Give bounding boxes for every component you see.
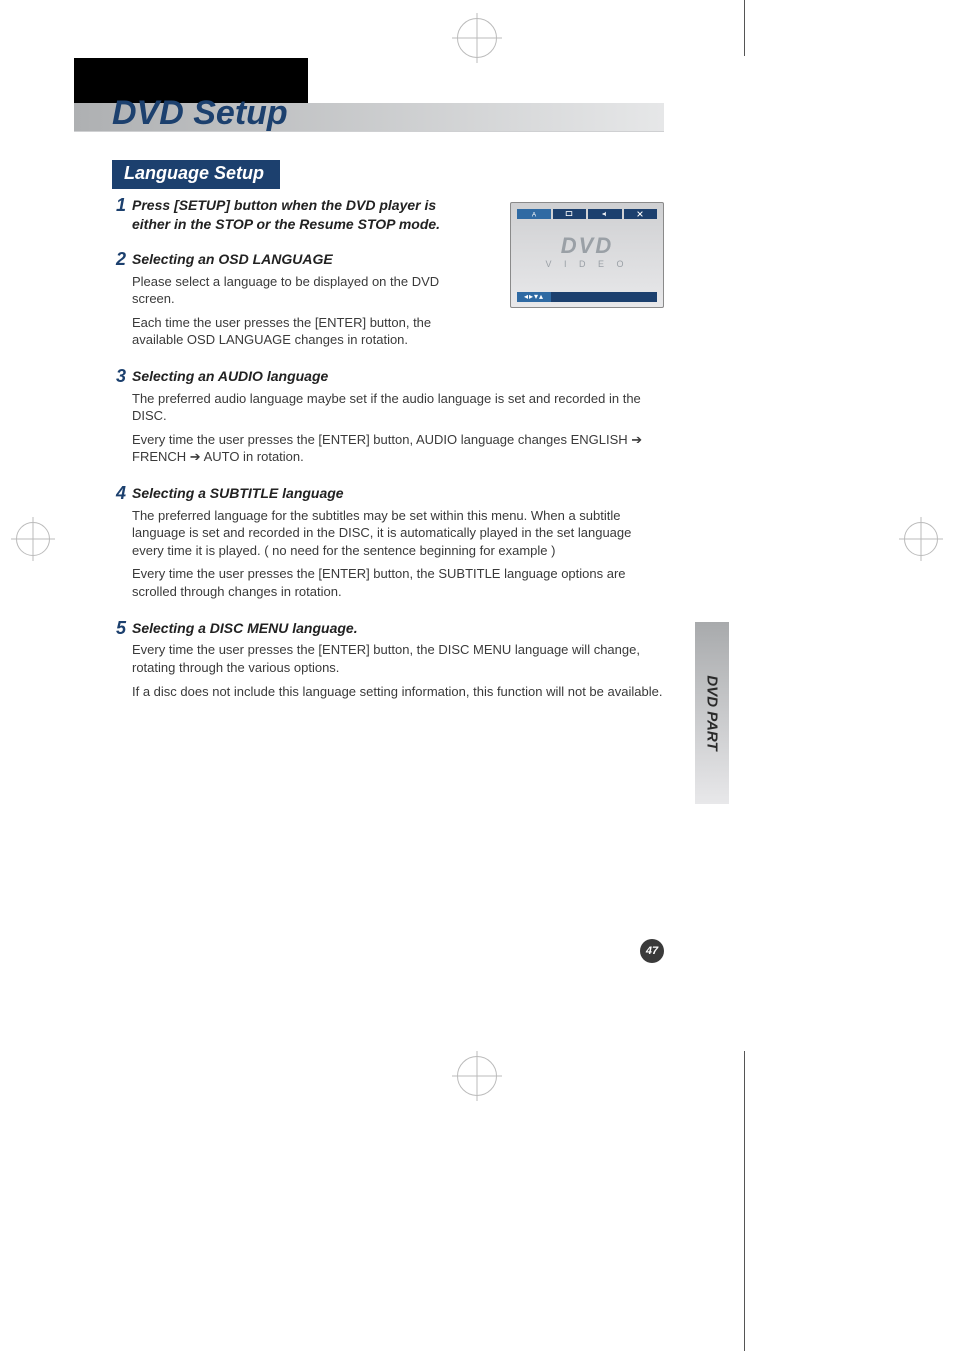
step-number: 3 (108, 367, 126, 472)
step-text: If a disc does not include this language… (132, 683, 664, 701)
step-heading: Selecting an OSD LANGUAGE (132, 250, 472, 269)
crop-vline-top (744, 0, 745, 56)
step-number: 1 (108, 196, 126, 238)
step-text: The preferred audio language maybe set i… (132, 390, 664, 425)
step-text: Each time the user presses the [ENTER] b… (132, 314, 472, 349)
step-5: 5 Selecting a DISC MENU language. Every … (108, 619, 664, 707)
crop-mark-bottom (457, 1056, 497, 1096)
page-number-badge: 47 (640, 939, 664, 963)
step-heading: Press [SETUP] button when the DVD player… (132, 196, 472, 234)
step-2: 2 Selecting an OSD LANGUAGE Please selec… (108, 250, 664, 355)
step-text: Please select a language to be displayed… (132, 273, 472, 308)
step-text: The preferred language for the subtitles… (132, 507, 664, 560)
step-text: Every time the user presses the [ENTER] … (132, 641, 664, 676)
step-3: 3 Selecting an AUDIO language The prefer… (108, 367, 664, 472)
step-number: 2 (108, 250, 126, 355)
step-heading: Selecting an AUDIO language (132, 367, 664, 386)
crop-mark-left (16, 522, 50, 556)
step-text: Every time the user presses the [ENTER] … (132, 565, 664, 600)
step-heading: Selecting a SUBTITLE language (132, 484, 664, 503)
side-tab-label: DVD PART (704, 675, 721, 750)
steps-list: 1 Press [SETUP] button when the DVD play… (108, 196, 664, 718)
step-text: Every time the user presses the [ENTER] … (132, 431, 664, 466)
section-label: Language Setup (112, 160, 280, 189)
crop-mark-right (904, 522, 938, 556)
step-heading: Selecting a DISC MENU language. (132, 619, 664, 638)
page-title: DVD Setup (112, 94, 288, 133)
crop-vline-bottom (744, 1051, 745, 1351)
step-4: 4 Selecting a SUBTITLE language The pref… (108, 484, 664, 607)
step-1: 1 Press [SETUP] button when the DVD play… (108, 196, 664, 238)
crop-mark-top (457, 18, 497, 58)
section-side-tab: DVD PART (695, 622, 729, 804)
step-number: 4 (108, 484, 126, 607)
step-number: 5 (108, 619, 126, 707)
